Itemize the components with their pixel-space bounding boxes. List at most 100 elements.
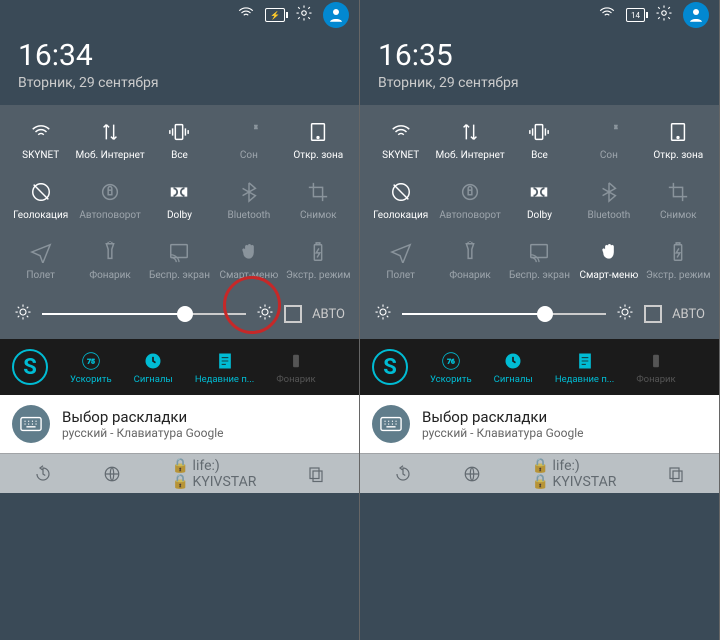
open-zone-tile[interactable]: Откр. зона (284, 113, 353, 171)
brightness-row: АВТО (360, 293, 719, 339)
wifi-tile[interactable]: SKYNET (6, 113, 75, 171)
brightness-slider[interactable] (42, 313, 246, 315)
sleep-tile[interactable]: z Сон (214, 113, 283, 171)
bluetooth-tile-icon (596, 179, 622, 205)
dolby-tile-icon (166, 179, 192, 205)
dolby-tile[interactable]: Dolby (505, 173, 574, 231)
screenshot-tile[interactable]: Снимок (644, 173, 713, 231)
tabs-icon[interactable] (667, 465, 685, 483)
bluetooth-tile[interactable]: Bluetooth (214, 173, 283, 231)
bottom-bar: 🔒 life:)🔒 KYIVSTAR (360, 453, 719, 493)
open-zone-tile[interactable]: Откр. зона (644, 113, 713, 171)
recent-button[interactable]: Недавние п... (555, 350, 615, 385)
geolocation-tile-icon (28, 179, 54, 205)
smart-menu-tile-label: Смарт-меню (579, 270, 638, 281)
settings-icon[interactable] (295, 4, 313, 26)
airplane-tile-label: Полет (26, 270, 55, 281)
cast-tile[interactable]: Беспр. экран (505, 233, 574, 291)
utility-logo-icon[interactable]: S (12, 349, 48, 385)
extreme-mode-tile[interactable]: Экстр. режим (644, 233, 713, 291)
auto-brightness-checkbox[interactable] (284, 305, 302, 323)
signals-button[interactable]: Сигналы (134, 350, 173, 385)
history-icon[interactable] (394, 465, 412, 483)
notification-subtitle: русский - Клавиатура Google (62, 426, 223, 440)
notification-card[interactable]: Выбор раскладки русский - Клавиатура Goo… (0, 395, 359, 453)
profile-avatar[interactable] (683, 2, 709, 28)
wifi-tile[interactable]: SKYNET (366, 113, 435, 171)
dolby-tile[interactable]: Dolby (145, 173, 214, 231)
svg-text:z: z (254, 124, 257, 130)
wifi-tile-label: SKYNET (382, 150, 419, 161)
signals-button[interactable]: Сигналы (494, 350, 533, 385)
bluetooth-tile[interactable]: Bluetooth (574, 173, 643, 231)
date-label: Вторник, 29 сентября (378, 75, 701, 91)
boost-button[interactable]: 75 Ускорить (70, 350, 112, 385)
utility-logo-icon[interactable]: S (372, 349, 408, 385)
globe-icon[interactable] (463, 465, 481, 483)
mobile-data-tile[interactable]: Моб. Интернет (75, 113, 144, 171)
airplane-tile[interactable]: Полет (366, 233, 435, 291)
brightness-slider[interactable] (402, 313, 606, 315)
mobile-data-tile-label: Моб. Интернет (436, 150, 505, 161)
autorotate-tile-icon (457, 179, 483, 205)
smart-menu-tile[interactable]: Смарт-меню (214, 233, 283, 291)
tabs-icon[interactable] (307, 465, 325, 483)
screenshot-tile-icon (305, 179, 331, 205)
brightness-low-icon (374, 303, 392, 325)
battery-icon: ⚡ (265, 8, 285, 22)
history-icon[interactable] (34, 465, 52, 483)
cast-tile[interactable]: Беспр. экран (145, 233, 214, 291)
geolocation-tile[interactable]: Геолокация (6, 173, 75, 231)
all-tile-label: Все (531, 150, 548, 161)
smart-menu-tile[interactable]: Смарт-меню (574, 233, 643, 291)
strip-flashlight-button[interactable]: Фонарик (276, 350, 315, 385)
settings-icon[interactable] (655, 4, 673, 26)
open-zone-tile-icon (665, 119, 691, 145)
bluetooth-tile-label: Bluetooth (587, 210, 630, 221)
autorotate-tile-label: Автоповорот (79, 210, 140, 221)
autorotate-tile[interactable]: Автоповорот (75, 173, 144, 231)
open-zone-tile-icon (305, 119, 331, 145)
screenshot-tile[interactable]: Снимок (284, 173, 353, 231)
globe-icon[interactable] (103, 465, 121, 483)
all-tile[interactable]: Все (505, 113, 574, 171)
keyboard-icon (12, 405, 50, 443)
flashlight-tile-icon (457, 239, 483, 265)
mobile-data-tile[interactable]: Моб. Интернет (435, 113, 504, 171)
auto-brightness-checkbox[interactable] (644, 305, 662, 323)
extreme-mode-tile-label: Экстр. режим (646, 270, 711, 281)
mobile-data-tile-label: Моб. Интернет (76, 150, 145, 161)
extreme-mode-tile-icon (665, 239, 691, 265)
all-tile[interactable]: Все (145, 113, 214, 171)
status-bar: ⚡ (0, 0, 359, 30)
extreme-mode-tile-icon (305, 239, 331, 265)
profile-avatar[interactable] (323, 2, 349, 28)
strip-flashlight-button[interactable]: Фонарик (636, 350, 675, 385)
flashlight-tile[interactable]: Фонарик (435, 233, 504, 291)
sleep-tile-label: Сон (240, 150, 258, 161)
recent-button[interactable]: Недавние п... (195, 350, 255, 385)
airplane-tile-label: Полет (386, 270, 415, 281)
time-label: 16:34 (18, 38, 341, 73)
dolby-tile-label: Dolby (527, 210, 552, 221)
dolby-tile-label: Dolby (167, 210, 192, 221)
notification-subtitle: русский - Клавиатура Google (422, 426, 583, 440)
sleep-tile[interactable]: z Сон (574, 113, 643, 171)
geolocation-tile[interactable]: Геолокация (366, 173, 435, 231)
flashlight-tile-label: Фонарик (89, 270, 130, 281)
brightness-row: АВТО (0, 293, 359, 339)
airplane-tile[interactable]: Полет (6, 233, 75, 291)
flashlight-tile[interactable]: Фонарик (75, 233, 144, 291)
auto-brightness-label: АВТО (672, 307, 705, 322)
extreme-mode-tile[interactable]: Экстр. режим (284, 233, 353, 291)
utility-strip: S 75 Ускорить Сигналы Недавние п... Фона… (0, 339, 359, 395)
screenshot-tile-label: Снимок (300, 210, 337, 221)
cast-tile-label: Беспр. экран (509, 270, 570, 281)
keyboard-icon (372, 405, 410, 443)
boost-button[interactable]: 76 Ускорить (430, 350, 472, 385)
autorotate-tile[interactable]: Автоповорот (435, 173, 504, 231)
notification-card[interactable]: Выбор раскладки русский - Клавиатура Goo… (360, 395, 719, 453)
extreme-mode-tile-label: Экстр. режим (286, 270, 351, 281)
battery-icon: 14 (626, 8, 645, 22)
airplane-tile-icon (388, 239, 414, 265)
